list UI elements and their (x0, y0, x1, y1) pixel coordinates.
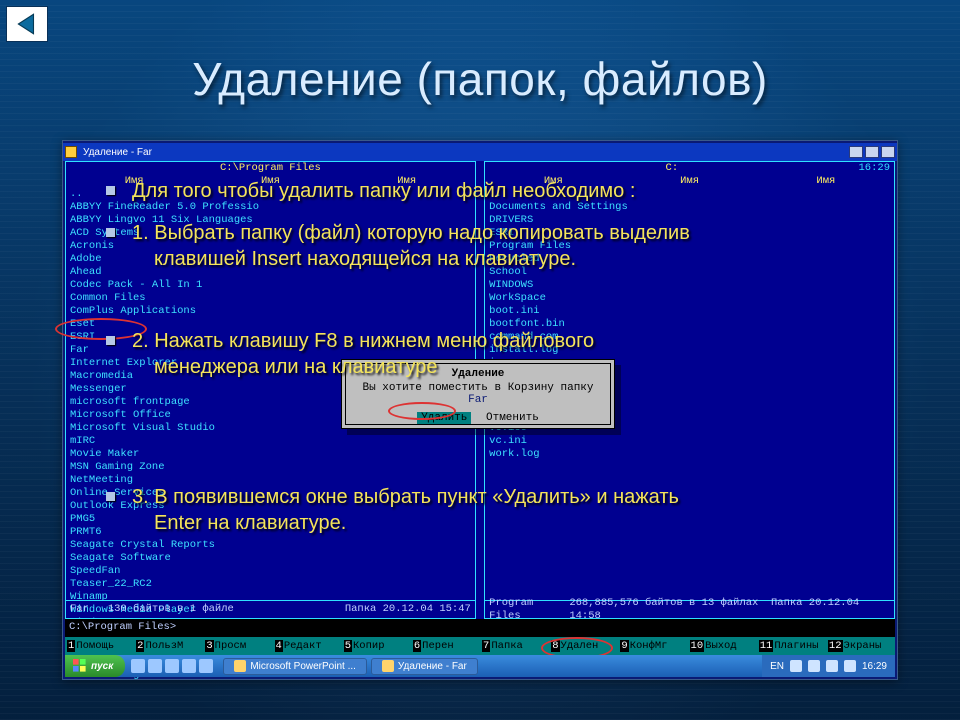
ql-icon[interactable] (199, 659, 213, 673)
clock: 16:29 (862, 661, 887, 672)
fkey-8[interactable]: 8Удален (549, 640, 618, 652)
bullet-item: 1. Выбрать папку (файл) которую надо коп… (102, 220, 882, 272)
taskbar: пуск Microsoft PowerPoint ... Удаление -… (65, 655, 895, 677)
triangle-left-icon (14, 11, 40, 37)
taskbar-app-label: Microsoft PowerPoint ... (250, 661, 356, 672)
fkey-7[interactable]: 7Папка (480, 640, 549, 652)
ql-icon[interactable] (182, 659, 196, 673)
fkey-12[interactable]: 12Экраны (826, 640, 895, 652)
bullet-item: 3. В появившемся окне выбрать пункт «Уда… (102, 484, 882, 536)
fkey-1[interactable]: 1Помощь (65, 640, 134, 652)
bullet-indent: Enter на клавиатуре. (154, 510, 882, 536)
ql-icon[interactable] (148, 659, 162, 673)
minimize-button[interactable] (849, 146, 863, 158)
left-path: C:\Program Files (66, 162, 475, 175)
right-path: C: (666, 162, 679, 174)
taskbar-app-far[interactable]: Удаление - Far (371, 658, 478, 675)
windows-logo-icon (73, 659, 87, 673)
fkey-10[interactable]: 10Выход (688, 640, 757, 652)
bullet-indent: менеджера или на клавиатуре (154, 354, 882, 380)
tray-icon[interactable] (790, 660, 802, 672)
window-titlebar: Удаление - Far (63, 143, 897, 161)
fkey-2[interactable]: 2ПользМ (134, 640, 203, 652)
left-status: Far 130 байтов в 1 файле Папка 20.12.04 … (66, 600, 475, 618)
left-sel-name: Far (70, 603, 89, 615)
taskbar-app-powerpoint[interactable]: Microsoft PowerPoint ... (223, 658, 367, 675)
fkey-9[interactable]: 9КонфМг (618, 640, 687, 652)
maximize-button[interactable] (865, 146, 879, 158)
system-tray: EN 16:29 (762, 655, 895, 677)
ql-icon[interactable] (131, 659, 145, 673)
tray-icon[interactable] (844, 660, 856, 672)
start-button[interactable]: пуск (65, 655, 125, 677)
right-status-mid: 268,885,576 байтов в 13 файлах (569, 597, 758, 609)
fkey-4[interactable]: 4Редакт (273, 640, 342, 652)
command-prompt[interactable]: C:\Program Files> (65, 619, 895, 637)
nav-back-button[interactable] (6, 6, 48, 42)
app-icon (234, 660, 246, 672)
taskbar-app-label: Удаление - Far (398, 661, 467, 672)
fkeys-bar: 1Помощь2ПользМ3Просм4Редакт5Копир6Перен7… (65, 637, 895, 655)
right-time: 16:29 (858, 162, 894, 175)
left-status-date: Папка 20.12.04 15:47 (345, 603, 471, 616)
lang-indicator[interactable]: EN (770, 661, 784, 672)
fkey-5[interactable]: 5Копир (342, 640, 411, 652)
tray-icon[interactable] (808, 660, 820, 672)
app-icon (382, 660, 394, 672)
ql-icon[interactable] (165, 659, 179, 673)
start-label: пуск (91, 661, 113, 672)
app-icon (65, 146, 77, 158)
bullet-indent: клавишей Insert находящейся на клавиатур… (154, 246, 882, 272)
slide-title: Удаление (папок, файлов) (0, 0, 960, 106)
bullet-item: Для того чтобы удалить папку или файл не… (102, 178, 882, 204)
fkey-3[interactable]: 3Просм (203, 640, 272, 652)
window-title: Удаление - Far (83, 147, 152, 158)
slide-bullets: Для того чтобы удалить папку или файл не… (102, 178, 882, 552)
bullet-item: 2. Нажать клавишу F8 в нижнем меню файло… (102, 328, 882, 380)
fkey-11[interactable]: 11Плагины (757, 640, 826, 652)
fkey-6[interactable]: 6Перен (411, 640, 480, 652)
tray-icon[interactable] (826, 660, 838, 672)
left-status-mid: 130 байтов в 1 файле (108, 603, 234, 615)
quick-launch (125, 659, 219, 673)
right-status: Program Files 268,885,576 байтов в 13 фа… (485, 600, 894, 618)
close-button[interactable] (881, 146, 895, 158)
